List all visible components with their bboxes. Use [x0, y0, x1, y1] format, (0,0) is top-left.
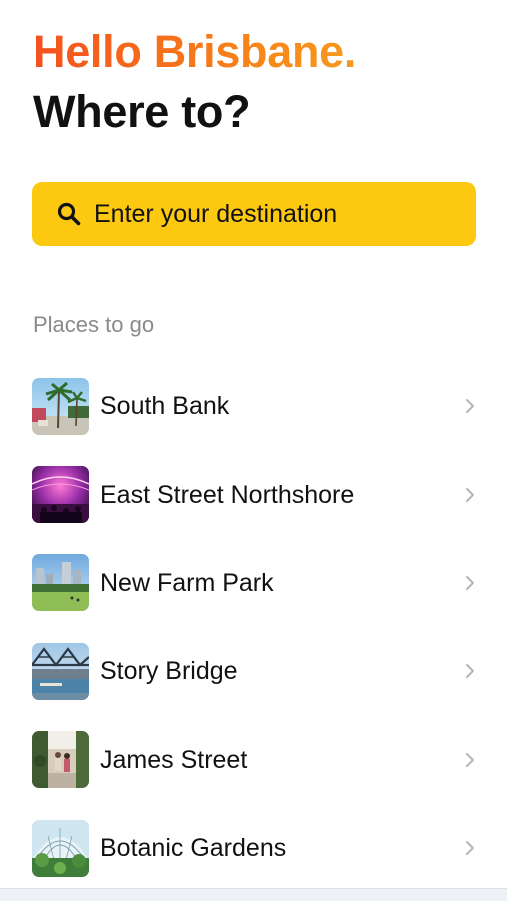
- search-placeholder: Enter your destination: [94, 200, 338, 228]
- place-name: South Bank: [100, 392, 230, 421]
- search-icon: [57, 202, 81, 226]
- place-name: James Street: [100, 745, 248, 774]
- greeting-text: Hello Brisbane.: [33, 26, 357, 77]
- chevron-right-icon: [466, 487, 474, 502]
- botanic-gardens-thumbnail: [32, 819, 89, 877]
- bottom-bar-edge: [0, 888, 507, 901]
- south-bank-thumbnail: [32, 377, 89, 435]
- place-name: Botanic Gardens: [100, 834, 287, 863]
- chevron-right-icon: [466, 399, 474, 414]
- place-name: East Street Northshore: [100, 480, 355, 509]
- place-name: Story Bridge: [100, 657, 238, 686]
- story-bridge-thumbnail: [32, 642, 89, 700]
- east-street-northshore-thumbnail: [32, 466, 89, 524]
- place-name: New Farm Park: [100, 568, 274, 597]
- chevron-right-icon: [466, 575, 474, 590]
- place-item-south-bank[interactable]: South Bank: [0, 362, 507, 450]
- place-item-botanic-gardens[interactable]: Botanic Gardens: [0, 804, 507, 892]
- chevron-right-icon: [466, 841, 474, 856]
- place-item-james-street[interactable]: James Street: [0, 716, 507, 804]
- chevron-right-icon: [466, 664, 474, 679]
- page-title: Where to?: [33, 86, 251, 137]
- new-farm-park-thumbnail: [32, 554, 89, 612]
- place-item-story-bridge[interactable]: Story Bridge: [0, 627, 507, 715]
- destination-search-bar[interactable]: Enter your destination: [32, 182, 476, 246]
- chevron-right-icon: [466, 752, 474, 767]
- places-section-label: Places to go: [33, 312, 155, 337]
- james-street-thumbnail: [32, 731, 89, 789]
- place-item-east-street-northshore[interactable]: East Street Northshore: [0, 450, 507, 538]
- places-list: South Bank East Street Northshore New Fa…: [0, 362, 507, 892]
- home-screen: Hello Brisbane. Where to? Enter your des…: [0, 0, 507, 901]
- place-item-new-farm-park[interactable]: New Farm Park: [0, 539, 507, 627]
